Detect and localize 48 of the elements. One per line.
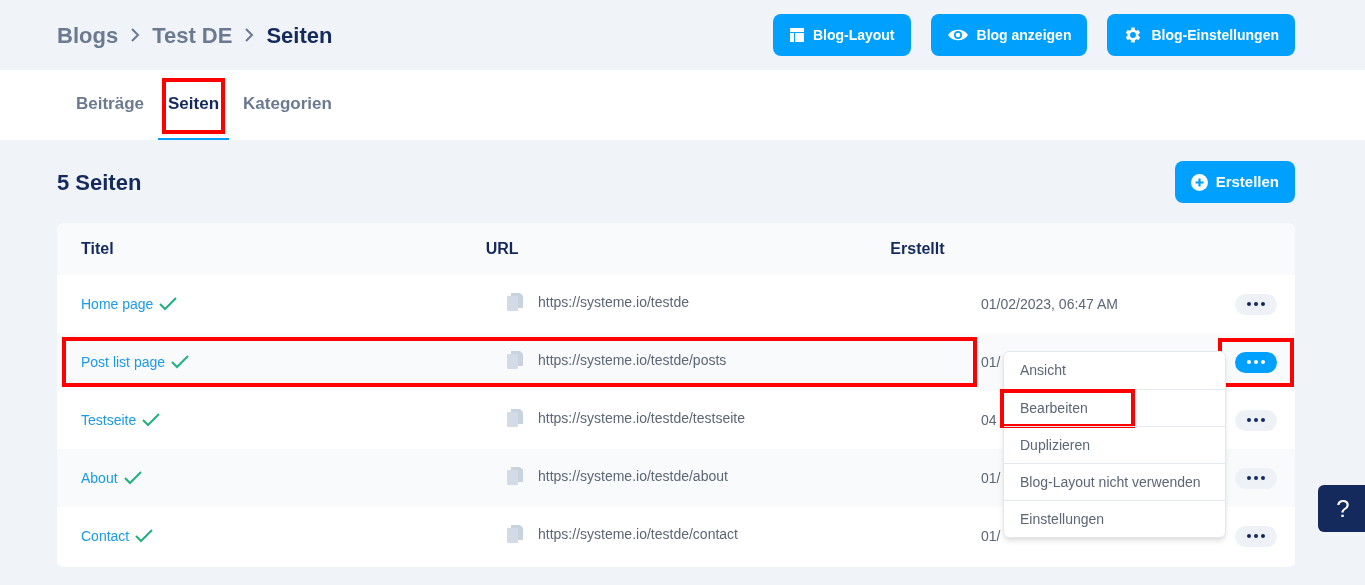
created-date: 04 [981,412,997,428]
created-date: 01/ [981,528,1001,544]
chevron-right-icon [244,28,255,42]
breadcrumb-item[interactable]: Blogs [57,18,119,52]
menu-item[interactable]: Ansicht [1004,352,1225,389]
header-button[interactable]: Blog-Einstellungen [1107,14,1295,56]
copy-icon[interactable] [506,350,524,370]
more-button[interactable] [1235,293,1277,315]
url-text: https://systeme.io/testde [538,292,689,312]
more-button[interactable] [1235,525,1277,547]
create-button[interactable]: Erstellen [1174,161,1295,203]
header-button[interactable]: Blog-Layout [772,14,911,56]
header-button[interactable]: Blog anzeigen [930,14,1088,56]
breadcrumb-item[interactable]: Test DE [152,18,233,52]
created-date: 01/02/2023, 06:47 AM [981,296,1118,312]
plus-circle-icon [1190,173,1208,191]
eye-icon [946,28,969,42]
url-text: https://systeme.io/testde/testseite [538,408,745,428]
more-button[interactable] [1235,409,1277,431]
breadcrumb-item: Seiten [266,21,333,50]
column-header: Erstellt [890,239,946,259]
menu-item[interactable]: Duplizieren [1004,426,1225,463]
copy-icon[interactable] [506,408,524,428]
copy-icon[interactable] [506,292,524,312]
url-text: https://systeme.io/testde/contact [538,524,738,544]
menu-item[interactable]: Blog-Layout nicht verwenden [1004,463,1225,500]
page-heading: 5 Seiten [57,168,142,197]
page-title-link[interactable]: Home page [81,293,154,315]
tab[interactable]: Beiträge [66,70,155,140]
menu-item[interactable]: Einstellungen [1004,500,1225,537]
copy-icon[interactable] [506,466,524,486]
url-text: https://systeme.io/testde/about [538,466,728,486]
more-button[interactable] [1235,467,1277,489]
page-title-link[interactable]: About [81,467,118,489]
column-header: Titel [81,239,115,259]
help-button[interactable]: ? [1318,485,1365,532]
layout-icon [788,27,805,43]
page-title-link[interactable]: Post list page [81,351,166,373]
tab[interactable]: Seiten [158,70,230,140]
chevron-right-icon [130,28,141,42]
page-title-link[interactable]: Testseite [81,409,137,431]
url-text: https://systeme.io/testde/posts [538,350,727,370]
created-date: 01/ [981,354,1001,370]
tab[interactable]: Kategorien [233,70,342,140]
page-title-link[interactable]: Contact [81,525,130,547]
column-header: URL [485,239,520,259]
copy-icon[interactable] [506,524,524,544]
created-date: 01/ [981,470,1001,486]
